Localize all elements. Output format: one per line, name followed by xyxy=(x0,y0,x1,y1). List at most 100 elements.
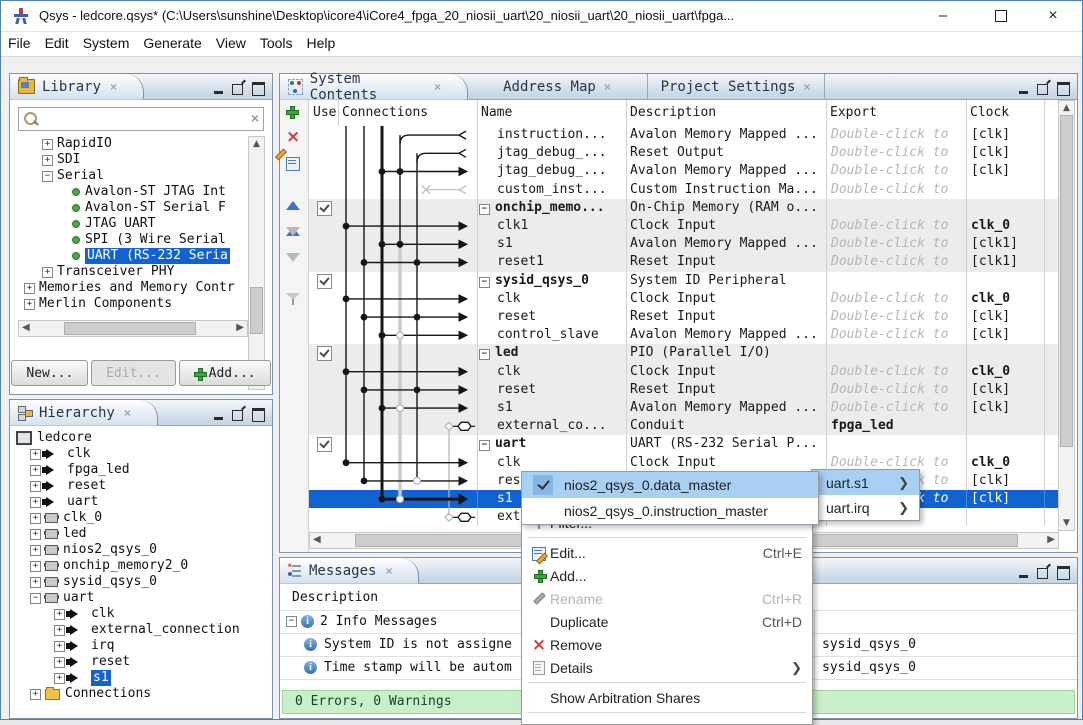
collapse-icon[interactable]: − xyxy=(479,349,490,360)
menu-item-duplicate[interactable]: DuplicateCtrl+D xyxy=(522,610,812,633)
tree-expander-icon[interactable]: + xyxy=(54,657,65,668)
library-tree-item[interactable]: +Memories and Memory Contr xyxy=(24,280,235,296)
new-button[interactable]: New... xyxy=(11,360,88,386)
hierarchy-tree-item[interactable]: +Connections xyxy=(30,686,151,702)
table-row[interactable]: control_slaveAvalon Memory Mapped ...Dou… xyxy=(309,326,1059,344)
cell-clock[interactable]: [clk] xyxy=(971,400,1049,415)
tree-expander-icon[interactable]: + xyxy=(42,267,53,278)
tree-expander-icon[interactable]: + xyxy=(30,497,41,508)
cell-export[interactable]: Double-click to xyxy=(831,309,969,324)
tab-project-settings[interactable]: Project Settings× xyxy=(647,74,825,99)
table-row[interactable]: clkClock InputDouble-click toclk_0 xyxy=(309,454,1059,472)
table-row[interactable]: clkClock InputDouble-click toclk_0 xyxy=(309,363,1059,381)
column-header-use[interactable]: Use xyxy=(313,105,336,120)
tree-expander-icon[interactable]: + xyxy=(30,449,41,460)
maximize-panel-icon[interactable] xyxy=(252,82,265,96)
library-close-icon[interactable]: × xyxy=(110,80,117,94)
master-item-instruction_master[interactable]: nios2_qsys_0.instruction_master xyxy=(522,498,818,524)
menu-item-details[interactable]: Details❯ xyxy=(522,656,812,679)
table-row[interactable]: instruction...Avalon Memory Mapped ...Do… xyxy=(309,126,1059,144)
cell-export[interactable]: Double-click to xyxy=(831,400,969,415)
tree-expander-icon[interactable]: + xyxy=(30,545,41,556)
tree-expander-icon[interactable]: + xyxy=(30,577,41,588)
tree-expander-icon[interactable]: + xyxy=(30,689,41,700)
scroll-thumb[interactable] xyxy=(250,287,263,334)
toolbar-edit-button[interactable] xyxy=(286,156,302,172)
table-row[interactable]: clk1Clock InputDouble-click toclk_0 xyxy=(309,217,1059,235)
collapse-icon[interactable]: − xyxy=(479,204,490,215)
menu-item-remove[interactable]: ×Remove xyxy=(522,633,812,656)
cell-export[interactable]: Double-click to xyxy=(831,163,969,178)
hierarchy-close-icon[interactable]: × xyxy=(124,406,131,420)
tree-expander-icon[interactable]: + xyxy=(30,529,41,540)
tab-close-icon[interactable]: × xyxy=(604,80,611,94)
tree-expander-icon[interactable]: + xyxy=(54,641,65,652)
library-tree-item[interactable]: +Transceiver PHY xyxy=(42,264,174,280)
tree-expander-icon[interactable]: + xyxy=(30,465,41,476)
tree-expander-icon[interactable]: + xyxy=(30,561,41,572)
menubar-item-file[interactable]: File xyxy=(1,32,38,56)
maximize-button[interactable] xyxy=(978,1,1024,31)
master-item-data_master[interactable]: nios2_qsys_0.data_master xyxy=(522,472,818,498)
tab-close-icon[interactable]: × xyxy=(434,80,441,94)
library-tab[interactable]: Library × xyxy=(10,74,144,100)
table-row[interactable]: custom_inst...Custom Instruction Ma...Do… xyxy=(309,181,1059,199)
cell-clock[interactable]: clk_0 xyxy=(971,291,1049,306)
hierarchy-tree-item[interactable]: ledcore xyxy=(16,430,92,446)
minimize-panel-icon[interactable] xyxy=(1019,575,1028,578)
library-tree-item[interactable]: +Merlin Components xyxy=(24,296,172,312)
tree-expander-icon[interactable]: + xyxy=(42,139,53,150)
cell-clock[interactable]: [clk1] xyxy=(971,254,1049,269)
menu-item-add[interactable]: Add... xyxy=(522,564,812,587)
hierarchy-tree-item[interactable]: +reset xyxy=(30,478,106,494)
cell-clock[interactable]: clk_0 xyxy=(971,455,1049,470)
cell-clock[interactable]: [clk] xyxy=(971,163,1049,178)
column-header-name[interactable]: Name xyxy=(481,105,512,120)
hierarchy-tree-item[interactable]: +external_connection xyxy=(54,622,240,638)
toolbar-add-button[interactable] xyxy=(286,104,302,120)
tree-expander-icon[interactable]: + xyxy=(24,283,35,294)
hierarchy-tree-item[interactable]: +sysid_qsys_0 xyxy=(30,574,157,590)
hierarchy-tree-item[interactable]: +clk xyxy=(54,606,114,622)
tab-address-map[interactable]: Address Map× xyxy=(467,74,648,99)
library-tree-item[interactable]: +SDI xyxy=(42,152,80,168)
tree-expander-icon[interactable]: + xyxy=(30,481,41,492)
submenu-item-uart-irq[interactable]: uart.irq❯ xyxy=(812,495,919,520)
hierarchy-tree-item[interactable]: +led xyxy=(30,526,86,542)
use-checkbox[interactable] xyxy=(317,274,332,289)
library-tree-item[interactable]: UART (RS-232 Seria xyxy=(72,248,230,264)
library-search-input[interactable]: × xyxy=(18,107,264,131)
column-header-export[interactable]: Export xyxy=(830,105,877,120)
float-panel-icon[interactable] xyxy=(232,84,243,95)
hierarchy-tree-item[interactable]: +irq xyxy=(54,638,114,654)
cell-clock[interactable]: clk_0 xyxy=(971,364,1049,379)
tree-expander-icon[interactable]: + xyxy=(42,155,53,166)
cell-clock[interactable]: [clk] xyxy=(971,309,1049,324)
tree-expander-icon[interactable]: + xyxy=(54,609,65,620)
minimize-panel-icon[interactable] xyxy=(214,91,223,94)
table-row[interactable]: −sysid_qsys_0System ID Peripheral xyxy=(309,272,1059,290)
close-button[interactable]: × xyxy=(1030,1,1076,31)
toolbar-move-up-button[interactable] xyxy=(286,210,302,226)
tree-expander-icon[interactable]: + xyxy=(30,513,41,524)
tree-expander-icon[interactable]: − xyxy=(30,593,41,604)
maximize-panel-icon[interactable] xyxy=(252,408,265,422)
cell-export[interactable]: Double-click to xyxy=(831,127,969,142)
tree-expander-icon[interactable]: + xyxy=(54,673,65,684)
table-row[interactable]: clkClock InputDouble-click toclk_0 xyxy=(309,290,1059,308)
toolbar-move-down-button[interactable] xyxy=(286,236,302,252)
cell-export[interactable]: Double-click to xyxy=(831,145,969,160)
table-row[interactable]: s1Avalon Memory Mapped ...Double-click t… xyxy=(309,235,1059,253)
clear-search-icon[interactable]: × xyxy=(251,110,259,126)
hierarchy-tree-item[interactable]: +clk xyxy=(30,446,90,462)
use-checkbox[interactable] xyxy=(317,201,332,216)
library-tree-item[interactable]: JTAG UART xyxy=(72,216,155,232)
collapse-icon[interactable]: − xyxy=(286,616,297,627)
cell-export[interactable]: Double-click to xyxy=(831,327,969,342)
tree-expander-icon[interactable]: + xyxy=(54,625,65,636)
table-row[interactable]: jtag_debug_...Reset OutputDouble-click t… xyxy=(309,144,1059,162)
menu-item-edit[interactable]: Edit...Ctrl+E xyxy=(522,541,812,564)
collapse-icon[interactable]: − xyxy=(479,440,490,451)
toolbar-filter-button[interactable] xyxy=(286,292,302,308)
use-checkbox[interactable] xyxy=(317,346,332,361)
